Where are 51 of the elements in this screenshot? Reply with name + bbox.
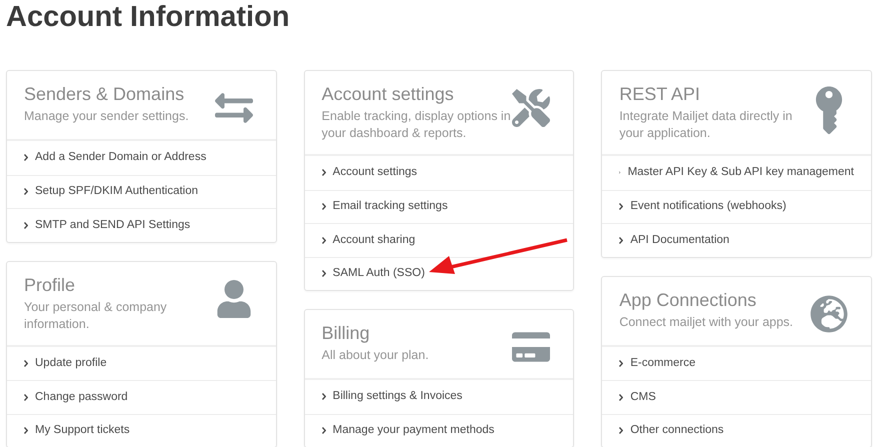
person-icon [214,280,253,318]
card-title: Billing [322,322,371,345]
chevron-icon [619,394,624,401]
card-title: REST API [619,83,702,106]
settings-link[interactable]: CMS [630,388,656,406]
settings-link[interactable]: Email tracking settings [332,198,448,216]
card-description: Connect mailjet with your apps. [619,314,794,330]
chevron-icon [24,394,28,401]
settings-link[interactable]: Account settings [332,164,418,182]
chevron-icon [24,154,28,162]
settings-link[interactable]: Other connections [630,422,724,440]
chevron-icon [322,236,326,244]
page-title: Account Information [6,0,291,34]
chevron-icon [24,222,28,229]
chevron-icon [322,427,326,434]
settings-link[interactable]: Update profile [35,354,107,372]
settings-link[interactable]: SAML Auth (SSO) [332,265,425,282]
card-description: All about your plan. [322,347,430,364]
chevron-icon [619,236,624,244]
settings-link[interactable]: Add a Sender Domain or Address [35,149,206,166]
card-description: Enable tracking, display options in your dashboard & reports. [322,108,512,142]
card-title: Profile [24,274,76,296]
settings-link[interactable]: Account sharing [332,232,416,249]
card-title: Account settings [322,83,455,106]
chevron-icon [619,360,624,367]
card-description: Manage your sender settings. [24,108,190,125]
settings-link[interactable]: Master API Key & Sub API key management [628,164,854,182]
settings-link[interactable]: SMTP and SEND API Settings [35,216,190,234]
settings-link[interactable]: My Support tickets [35,422,130,440]
settings-link[interactable]: Setup SPF/DKIM Authentication [35,183,198,200]
tools-icon [512,89,550,127]
chevron-icon [322,393,326,400]
chevron-icon [619,427,624,434]
globe-icon [810,294,848,332]
chevron-icon [24,427,28,434]
card-description: Integrate Mailjet data directly in your application. [619,108,794,142]
card-title: App Connections [619,288,758,312]
chevron-icon [619,203,624,210]
chevron-icon [322,270,326,278]
settings-link[interactable]: Event notifications (webhooks) [630,198,786,216]
card-title: Senders & Domains [24,83,186,106]
settings-link[interactable]: Manage your payment methods [332,422,494,440]
settings-link[interactable]: E-commerce [630,354,696,372]
settings-link[interactable]: Change password [35,388,128,406]
card-description: Your personal & company information. [24,298,168,332]
chevron-icon [322,169,326,176]
chevron-icon [24,188,28,196]
settings-link[interactable]: Billing settings & Invoices [332,388,462,406]
chevron-icon [322,203,326,210]
settings-link[interactable]: API Documentation [630,232,730,249]
chevron-icon [24,360,28,367]
